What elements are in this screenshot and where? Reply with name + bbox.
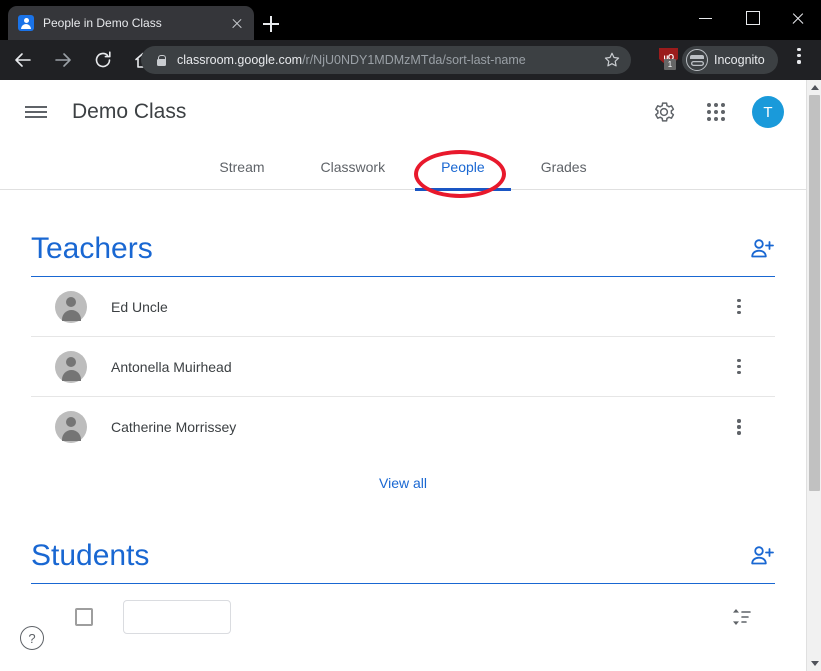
table-row[interactable]: Antonella Muirhead	[31, 337, 775, 397]
teachers-title: Teachers	[31, 232, 153, 265]
ublock-origin-extension-icon[interactable]: uO 1	[659, 48, 679, 70]
scroll-thumb[interactable]	[809, 95, 820, 491]
help-button[interactable]: ?	[20, 626, 44, 650]
more-options-icon[interactable]	[727, 349, 751, 385]
view-all-link[interactable]: View all	[379, 475, 427, 491]
close-tab-icon[interactable]	[228, 14, 246, 32]
browser-tab-title: People in Demo Class	[43, 16, 162, 30]
incognito-label: Incognito	[714, 53, 765, 67]
chrome-menu-icon[interactable]	[790, 48, 808, 70]
scroll-up-arrow-icon[interactable]	[807, 80, 821, 95]
view-all-container: View all	[31, 457, 775, 515]
header-actions: T	[644, 80, 784, 144]
url-host: classroom.google.com	[177, 53, 303, 67]
teacher-name: Antonella Muirhead	[111, 358, 232, 375]
url-text: classroom.google.com/r/NjU0NDY1MDMzMTda/…	[177, 53, 603, 67]
lock-icon	[155, 53, 167, 67]
teacher-name: Catherine Morrissey	[111, 419, 237, 435]
reload-icon[interactable]	[86, 43, 120, 77]
browser-window: People in Demo Class classroom.google.co…	[0, 0, 821, 671]
teachers-header: Teachers	[31, 232, 775, 277]
page-viewport: Demo Class T Stream Classwork People Gra…	[0, 80, 806, 671]
gear-icon[interactable]	[644, 92, 684, 132]
invite-student-icon[interactable]	[749, 543, 775, 569]
extension-badge-count: 1	[664, 59, 676, 70]
default-avatar-icon	[55, 411, 87, 443]
more-options-icon[interactable]	[727, 409, 751, 445]
students-toolbar	[31, 600, 775, 634]
students-section: Students	[31, 539, 775, 634]
students-title: Students	[31, 539, 150, 572]
students-header: Students	[31, 539, 775, 584]
forward-arrow-icon[interactable]	[46, 43, 80, 77]
table-row[interactable]: Catherine Morrissey	[31, 397, 775, 457]
close-window-icon[interactable]	[775, 0, 821, 36]
browser-tab[interactable]: People in Demo Class	[8, 6, 254, 40]
new-tab-button[interactable]	[258, 11, 284, 37]
url-path: /r/NjU0NDY1MDMzMTda/sort-last-name	[302, 53, 526, 67]
default-avatar-icon	[55, 290, 87, 323]
classroom-header: Demo Class T	[0, 80, 806, 144]
avatar[interactable]: T	[752, 96, 784, 128]
people-favicon-icon	[18, 15, 34, 31]
table-row[interactable]: Ed Uncle	[31, 277, 775, 337]
browser-tabstrip: People in Demo Class	[0, 0, 821, 40]
hamburger-icon[interactable]	[24, 100, 48, 124]
people-content: Teachers Ed Uncle Antonella Muirhead Cat…	[0, 190, 806, 634]
incognito-profile-button[interactable]: Incognito	[682, 46, 778, 74]
tab-classwork[interactable]: Classwork	[293, 144, 414, 190]
sort-icon[interactable]	[729, 605, 753, 629]
back-arrow-icon[interactable]	[6, 43, 40, 77]
page-title: Demo Class	[72, 100, 187, 123]
minimize-icon[interactable]	[683, 0, 729, 36]
actions-button[interactable]	[123, 600, 231, 634]
scroll-down-arrow-icon[interactable]	[807, 656, 821, 671]
apps-grid-icon[interactable]	[696, 92, 736, 132]
star-icon[interactable]	[603, 51, 621, 69]
address-bar[interactable]: classroom.google.com/r/NjU0NDY1MDMzMTda/…	[141, 46, 631, 74]
maximize-icon[interactable]	[729, 0, 775, 36]
incognito-icon	[686, 49, 708, 71]
select-all-checkbox[interactable]	[75, 608, 93, 626]
default-avatar-icon	[55, 350, 87, 383]
tab-people[interactable]: People	[413, 144, 513, 191]
more-options-icon[interactable]	[727, 289, 751, 325]
page-scrollbar[interactable]	[806, 80, 821, 671]
teacher-name: Ed Uncle	[111, 298, 168, 315]
teachers-section: Teachers Ed Uncle Antonella Muirhead Cat…	[31, 232, 775, 515]
tab-stream[interactable]: Stream	[191, 144, 292, 190]
classroom-tab-bar: Stream Classwork People Grades	[0, 144, 806, 191]
invite-teacher-icon[interactable]	[749, 236, 775, 262]
window-controls	[683, 0, 821, 40]
tab-grades[interactable]: Grades	[513, 144, 615, 190]
